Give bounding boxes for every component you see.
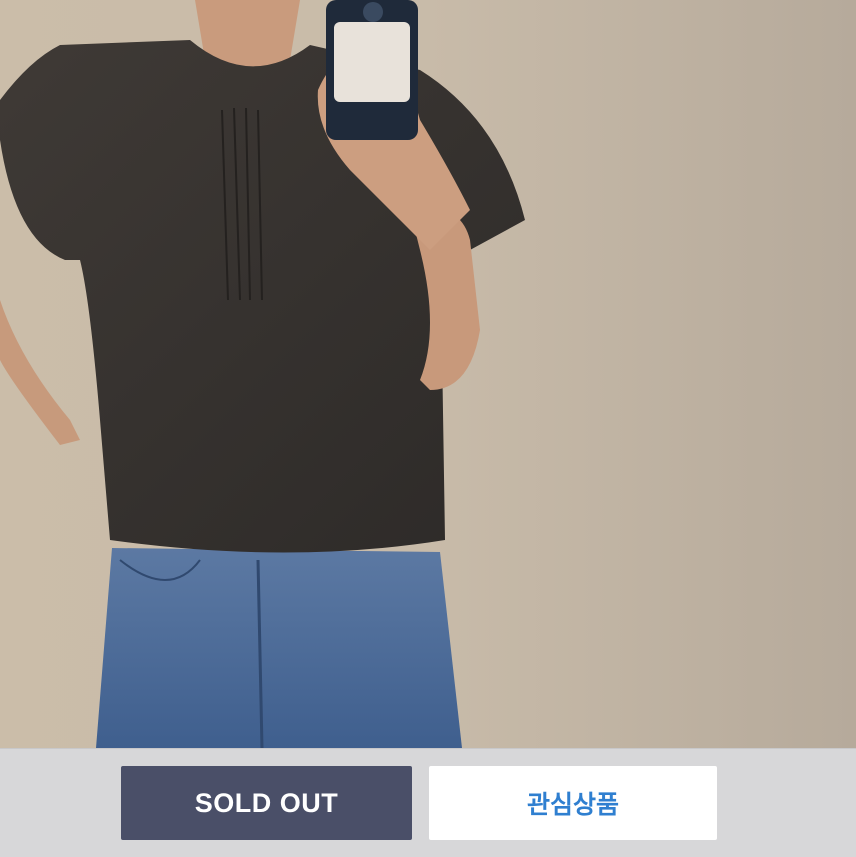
sold-out-button[interactable]: SOLD OUT	[121, 766, 412, 840]
product-photo	[0, 0, 856, 748]
action-bar: SOLD OUT 관심상품	[0, 748, 856, 857]
sold-out-label: SOLD OUT	[194, 787, 339, 818]
product-photo-illustration	[0, 0, 856, 748]
wishlist-label: 관심상품	[526, 790, 619, 819]
wishlist-button[interactable]: 관심상품	[429, 766, 717, 840]
